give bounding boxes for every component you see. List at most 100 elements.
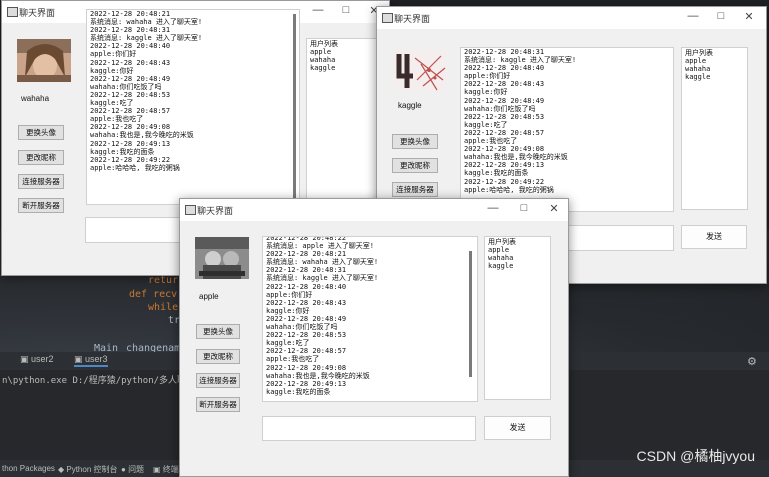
tab-user2[interactable]: ▣ user2 <box>20 354 54 365</box>
message-line: 2022-12-28 20:49:08 <box>266 363 347 372</box>
message-line: kaggle:吃了 <box>266 339 310 348</box>
chat-window-apple: 聊天界面 — □ ✕ apple 更换头像 更改昵称 连接服务器 断开服务器 2… <box>179 198 569 477</box>
window-title: 聊天界面 <box>19 8 56 18</box>
message-line: apple:我也吃了 <box>90 115 144 124</box>
maximize-icon[interactable]: □ <box>711 10 731 22</box>
user-list: 用户列表 apple wahaha kaggle <box>484 236 551 400</box>
close-icon[interactable]: ✕ <box>544 202 564 215</box>
status-label: 问题 <box>128 465 145 474</box>
message-line: 系统消息: kaggle 进入了聊天室! <box>266 274 379 283</box>
message-line: 2022-12-28 20:49:22 <box>464 177 545 186</box>
message-line: apple:哈哈哈, 我吃的粥锅 <box>90 163 180 172</box>
user-list-title: 用户列表 <box>488 238 516 246</box>
message-input[interactable] <box>262 416 476 441</box>
disconnect-server-button[interactable]: 断开服务器 <box>196 397 240 412</box>
change-avatar-button[interactable]: 更换头像 <box>18 125 64 140</box>
message-line: 2022-12-28 20:48:21 <box>90 10 171 18</box>
avatar <box>393 50 446 91</box>
app-icon <box>185 205 196 215</box>
message-line: 2022-12-28 20:48:43 <box>90 58 171 67</box>
message-line: 2022-12-28 20:48:53 <box>90 90 171 99</box>
message-line: 2022-12-28 20:49:13 <box>90 139 171 148</box>
message-line: 2022-12-28 20:49:08 <box>464 145 545 154</box>
connect-server-button[interactable]: 连接服务器 <box>196 373 240 388</box>
message-line: 2022-12-28 20:48:53 <box>266 331 347 340</box>
window-title: 聊天界面 <box>394 14 431 24</box>
change-avatar-button[interactable]: 更换头像 <box>392 134 438 149</box>
minimize-icon[interactable]: — <box>483 202 503 214</box>
status-label: 终端 <box>162 465 179 474</box>
message-history[interactable]: 2022-12-28 20:48:22 系统消息: apple 进入了聊天室! 20… <box>262 236 478 402</box>
scrollbar[interactable] <box>469 251 472 377</box>
user-list-item: apple <box>310 48 332 56</box>
message-line: 2022-12-28 20:48:57 <box>464 128 545 137</box>
send-button[interactable]: 发送 <box>681 225 747 249</box>
message-line: 2022-12-28 20:48:40 <box>266 282 347 291</box>
maximize-icon[interactable]: □ <box>514 202 534 214</box>
message-line: 2022-12-28 20:48:31 <box>464 48 545 56</box>
nickname-label: kaggle <box>398 101 422 110</box>
message-line: wahaha:你们吃饭了吗 <box>464 104 536 113</box>
scrollbar[interactable] <box>293 14 296 198</box>
window-title: 聊天界面 <box>197 206 234 216</box>
message-line: 2022-12-28 20:48:49 <box>266 314 347 323</box>
message-line: kaggle:你好 <box>464 88 508 97</box>
status-python-packages[interactable]: thon Packages <box>2 464 55 473</box>
maximize-icon[interactable]: □ <box>336 4 356 16</box>
message-line: 2022-12-28 20:48:49 <box>90 74 171 83</box>
minimize-icon[interactable]: — <box>308 4 328 16</box>
message-line: kaggle:我吃的面条 <box>266 387 331 396</box>
message-line: 2022-12-28 20:48:43 <box>266 298 347 307</box>
nickname-label: apple <box>199 292 219 301</box>
user-list-item: kaggle <box>488 262 514 270</box>
message-line: 2022-12-28 20:48:53 <box>464 112 545 121</box>
user-list-title: 用户列表 <box>685 49 713 57</box>
message-history[interactable]: 2022-12-28 20:48:21 系统消息: wahaha 进入了聊天室! 2… <box>86 9 300 205</box>
status-problems[interactable]: ● 问题 <box>121 464 144 475</box>
title-bar: 聊天界面 — □ ✕ <box>377 7 766 29</box>
user-list-item: kaggle <box>310 64 336 72</box>
status-label: Python 控制台 <box>66 465 118 474</box>
message-line: wahaha:你们吃饭了吗 <box>90 82 162 91</box>
user-list-title: 用户列表 <box>310 40 338 48</box>
message-line: apple:哈哈哈, 我吃的粥锅 <box>464 185 554 194</box>
console-line: n\python.exe D:/程序猿/python/多人聊天/u <box>2 376 206 386</box>
message-line: 系统消息: kaggle 进入了聊天室! <box>90 34 203 43</box>
message-line: kaggle:吃了 <box>90 99 134 108</box>
status-terminal[interactable]: ▣ 终端 <box>153 464 179 475</box>
tab-label: user2 <box>31 354 54 364</box>
tab-user3[interactable]: ▣ user3 <box>74 354 108 367</box>
change-nickname-button[interactable]: 更改昵称 <box>18 150 64 165</box>
gear-icon[interactable]: ⚙ <box>747 355 757 368</box>
message-line: 2022-12-28 20:48:49 <box>464 96 545 105</box>
change-nickname-button[interactable]: 更改昵称 <box>196 349 240 364</box>
connect-server-button[interactable]: 连接服务器 <box>18 174 64 189</box>
message-line: kaggle:吃了 <box>464 120 508 129</box>
message-line: 系统消息: apple 进入了聊天室! <box>266 242 374 251</box>
message-line: apple:你们好 <box>464 72 511 81</box>
watermark: CSDN @橘柚jvyou <box>636 448 755 464</box>
change-avatar-button[interactable]: 更换头像 <box>196 324 240 339</box>
message-history[interactable]: 2022-12-28 20:48:31 系统消息: kaggle 进入了聊天室! 2… <box>460 47 674 212</box>
tab-label: user3 <box>85 354 108 364</box>
message-list: 2022-12-28 20:48:21 系统消息: wahaha 进入了聊天室! 2… <box>87 10 299 172</box>
close-icon[interactable]: ✕ <box>739 10 759 23</box>
user-list: 用户列表 apple wahaha kaggle <box>306 38 377 204</box>
minimize-icon[interactable]: — <box>683 10 703 22</box>
message-line: apple:你们好 <box>90 50 137 59</box>
message-line: apple:你们好 <box>266 290 313 299</box>
connect-server-button[interactable]: 连接服务器 <box>392 182 438 197</box>
send-button[interactable]: 发送 <box>484 416 551 440</box>
disconnect-server-button[interactable]: 断开服务器 <box>18 198 64 213</box>
message-line: wahaha:我也是,我今晚吃的米饭 <box>266 371 370 380</box>
user-list-item: kaggle <box>685 73 711 81</box>
message-line: apple:我也吃了 <box>266 355 320 364</box>
message-line: 系统消息: kaggle 进入了聊天室! <box>464 56 577 65</box>
user-list-item: wahaha <box>488 254 514 262</box>
title-bar: 聊天界面 — □ ✕ <box>180 199 568 221</box>
user-list-item: apple <box>685 57 707 65</box>
message-line: 2022-12-28 20:49:13 <box>266 379 347 388</box>
change-nickname-button[interactable]: 更改昵称 <box>392 158 438 173</box>
status-python-console[interactable]: ◆ Python 控制台 <box>58 464 118 475</box>
user-list-item: apple <box>488 246 510 254</box>
